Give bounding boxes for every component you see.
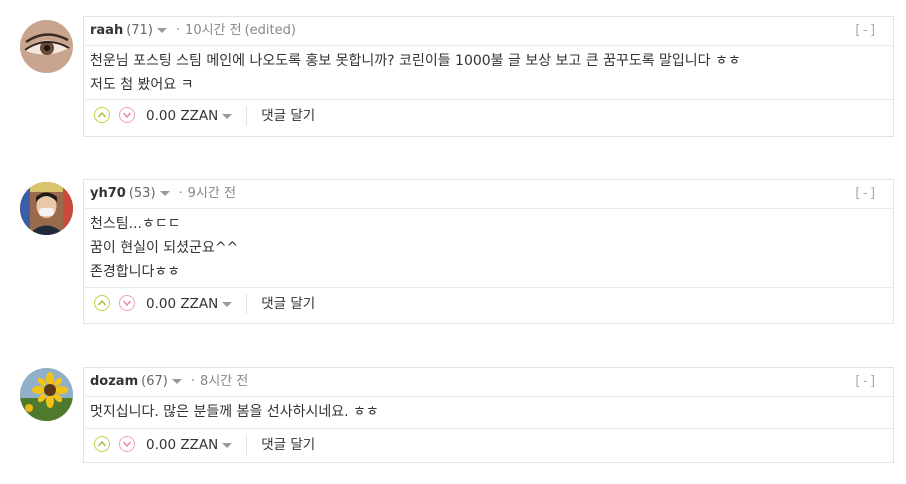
collapse-button[interactable]: [-] bbox=[854, 17, 877, 45]
edited-label: (edited) bbox=[244, 23, 296, 38]
reputation-score: (71) bbox=[126, 23, 153, 38]
downvote-icon[interactable] bbox=[119, 295, 135, 311]
payout-value[interactable]: 0.00 ZZAN bbox=[146, 437, 218, 453]
chevron-down-icon[interactable] bbox=[222, 301, 233, 307]
comment-footer: 0.00 ZZAN 댓글 달기 bbox=[84, 288, 893, 320]
divider bbox=[246, 106, 248, 126]
sunflower-avatar-icon bbox=[20, 368, 73, 421]
divider bbox=[246, 435, 248, 455]
comment-text-line: 꿈이 현실이 되셨군요^^ bbox=[90, 240, 239, 256]
downvote-icon[interactable] bbox=[119, 107, 135, 123]
post-time[interactable]: 8시간 전 bbox=[200, 374, 248, 389]
reply-button[interactable]: 댓글 달기 bbox=[261, 296, 315, 312]
separator-dot: · bbox=[175, 23, 181, 38]
downvote-icon[interactable] bbox=[119, 436, 135, 452]
comment-text-line: 존경합니다ㅎㅎ bbox=[90, 264, 181, 280]
chevron-down-icon[interactable] bbox=[222, 442, 233, 448]
reputation-score: (53) bbox=[128, 186, 156, 201]
author-name[interactable]: dozam bbox=[90, 374, 138, 389]
comment-text-line: 천운님 포스팅 스팀 메인에 나오도록 홍보 못합니까? 코린이들 1000불 … bbox=[90, 53, 741, 69]
eye-avatar-icon bbox=[20, 20, 73, 73]
chevron-down-icon[interactable] bbox=[159, 191, 170, 196]
upvote-icon[interactable] bbox=[94, 107, 110, 123]
comment-header: yh70 (53) · 9시간 전 [-] bbox=[84, 180, 893, 209]
avatar[interactable] bbox=[20, 20, 73, 73]
post-time[interactable]: 10시간 전 bbox=[185, 23, 242, 38]
comment-text-line: 멋지십니다. 많은 분들께 봄을 선사하시네요. ㅎㅎ bbox=[90, 404, 379, 420]
avatar[interactable] bbox=[20, 368, 73, 421]
comment-header: raah (71) · 10시간 전 (edited) [-] bbox=[84, 17, 893, 46]
post-time[interactable]: 9시간 전 bbox=[188, 186, 236, 201]
reply-button[interactable]: 댓글 달기 bbox=[261, 437, 315, 453]
divider bbox=[246, 294, 248, 314]
reply-button[interactable]: 댓글 달기 bbox=[261, 108, 315, 124]
person-avatar-icon bbox=[20, 182, 73, 235]
separator-dot: · bbox=[190, 374, 195, 389]
chevron-down-icon[interactable] bbox=[222, 113, 233, 119]
author-name[interactable]: yh70 bbox=[90, 186, 126, 201]
comment-card: raah (71) · 10시간 전 (edited) [-] 천운님 포스팅 스팀 메… bbox=[83, 16, 894, 137]
comment-header: dozam (67) · 8시간 전 [-] bbox=[84, 368, 893, 397]
comment-body: 멋지십니다. 많은 분들께 봄을 선사하시네요. ㅎㅎ bbox=[84, 397, 893, 429]
chevron-down-icon[interactable] bbox=[156, 28, 167, 33]
upvote-icon[interactable] bbox=[94, 295, 110, 311]
comment-text-line: 저도 첨 봤어요 ㅋ bbox=[90, 77, 194, 93]
separator-dot: · bbox=[178, 186, 183, 201]
author-name[interactable]: raah bbox=[90, 23, 123, 38]
avatar[interactable] bbox=[20, 182, 73, 235]
chevron-down-icon[interactable] bbox=[171, 379, 182, 384]
comment-body: 천스팀...ㅎㄷㄷ 꿈이 현실이 되셨군요^^ 존경합니다ㅎㅎ bbox=[84, 209, 893, 288]
comment-body: 천운님 포스팅 스팀 메인에 나오도록 홍보 못합니까? 코린이들 1000불 … bbox=[84, 46, 893, 100]
payout-value[interactable]: 0.00 ZZAN bbox=[146, 296, 218, 312]
collapse-button[interactable]: [-] bbox=[854, 368, 877, 396]
comment-card: yh70 (53) · 9시간 전 [-] 천스팀...ㅎㄷㄷ 꿈이 현실이 되셨군요… bbox=[83, 179, 894, 324]
comment-card: dozam (67) · 8시간 전 [-] 멋지십니다. 많은 분들께 봄을 선사하… bbox=[83, 367, 894, 463]
collapse-button[interactable]: [-] bbox=[854, 180, 877, 208]
payout-value[interactable]: 0.00 ZZAN bbox=[146, 108, 218, 124]
comment-text-line: 천스팀...ㅎㄷㄷ bbox=[90, 216, 181, 232]
upvote-icon[interactable] bbox=[94, 436, 110, 452]
comment-footer: 0.00 ZZAN 댓글 달기 bbox=[84, 429, 893, 461]
comment-footer: 0.00 ZZAN 댓글 달기 bbox=[84, 100, 893, 132]
reputation-score: (67) bbox=[141, 374, 168, 389]
